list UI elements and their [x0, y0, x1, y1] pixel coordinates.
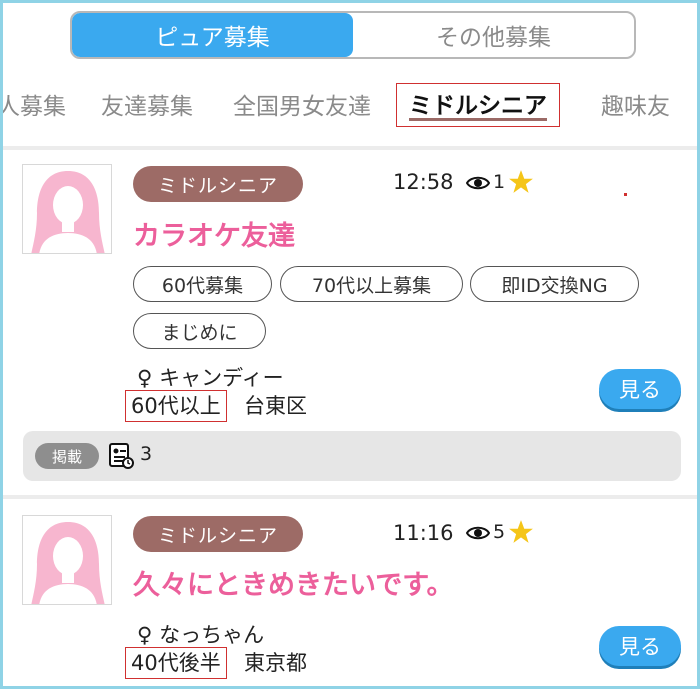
pure-recruit-tab[interactable]: ピュア募集: [72, 13, 353, 57]
post-card[interactable]: ミドルシニア 11:16 5 久々にときめきたいです。 ♀ なっちゃん 40代後…: [3, 499, 697, 689]
post-title: 久々にときめきたいです。: [133, 570, 454, 601]
recruit-type-toggle: ピュア募集 その他募集: [70, 11, 636, 59]
tab-middle-senior-label: ミドルシニア: [409, 93, 547, 119]
female-avatar-icon: [31, 522, 105, 604]
posted-badge: 掲載: [35, 443, 99, 469]
view-count: 1: [493, 171, 506, 193]
tab-middle-senior[interactable]: ミドルシニア: [396, 83, 560, 127]
post-time: 11:16: [393, 521, 454, 545]
poster-name: なっちゃん: [159, 623, 265, 647]
eye-icon: [466, 176, 490, 190]
profile-card-icon: [109, 443, 134, 469]
poster-name-line: ♀ なっちゃん: [137, 619, 264, 649]
poster-area: 東京都: [244, 651, 307, 675]
tab-partner-recruit[interactable]: 人募集: [3, 87, 66, 121]
post-title: カラオケ友達: [133, 221, 295, 252]
category-tabs: 人募集 友達募集 全国男女友達 ミドルシニア 趣味友: [3, 73, 697, 141]
tag: 70代以上募集: [280, 266, 463, 302]
active-tab-underline: [409, 118, 547, 121]
category-badge: ミドルシニア: [133, 166, 303, 202]
tag: 即ID交換NG: [470, 266, 639, 302]
tab-nationwide-friends[interactable]: 全国男女友達: [233, 87, 371, 121]
avatar[interactable]: [22, 515, 112, 605]
tag: まじめに: [133, 313, 266, 349]
avatar[interactable]: [22, 164, 112, 254]
view-post-button[interactable]: 見る: [599, 626, 681, 666]
view-count: 5: [493, 521, 506, 543]
poster-name-line: ♀ キャンディー: [137, 362, 284, 392]
tag: 60代募集: [133, 266, 272, 302]
star-icon: [509, 520, 533, 543]
poster-name: キャンディー: [159, 366, 284, 390]
tab-hobby-friends[interactable]: 趣味友: [601, 87, 670, 121]
post-time: 12:58: [393, 170, 454, 194]
poster-area: 台東区: [244, 394, 307, 418]
poster-age: 40代後半: [125, 647, 227, 679]
marker-dot: [624, 193, 627, 196]
tab-friend-recruit[interactable]: 友達募集: [101, 87, 193, 121]
eye-icon: [466, 526, 490, 540]
female-symbol-icon: ♀: [137, 623, 153, 647]
post-card[interactable]: ミドルシニア 12:58 1 カラオケ友達 60代募集 70代以上募集 即ID交…: [3, 150, 697, 495]
poster-age: 60代以上: [125, 390, 227, 422]
other-recruit-tab[interactable]: その他募集: [353, 13, 634, 57]
female-symbol-icon: ♀: [137, 366, 153, 390]
female-avatar-icon: [31, 171, 105, 253]
star-icon: [509, 170, 533, 193]
post-count: 3: [140, 443, 153, 465]
post-stats-bar: 掲載 3: [23, 431, 681, 481]
view-post-button[interactable]: 見る: [599, 369, 681, 409]
category-badge: ミドルシニア: [133, 516, 303, 552]
